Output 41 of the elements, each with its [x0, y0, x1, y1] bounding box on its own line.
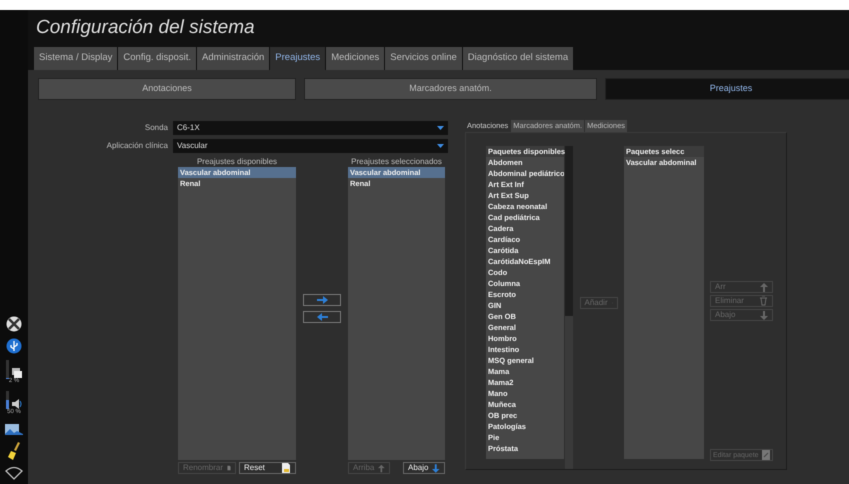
document-icon [762, 450, 770, 460]
settings-tab[interactable]: Administración [196, 47, 270, 70]
left-arrow-icon [316, 313, 328, 321]
settings-tab[interactable]: Preajustes [270, 47, 326, 70]
button[interactable]: Reset [239, 462, 296, 474]
caret-icon [437, 144, 444, 148]
close-icon [6, 316, 22, 332]
document-icon [281, 463, 291, 473]
subtab[interactable]: Marcadores anatóm. [304, 78, 597, 100]
subtab[interactable]: Preajustes [605, 78, 849, 100]
down-arrow-icon [432, 464, 440, 472]
settings-tab[interactable]: Diagnóstico del sistema [462, 47, 574, 70]
field-label: Aplicación clínica [106, 140, 169, 152]
scrollbar[interactable] [565, 146, 573, 469]
subtab[interactable]: Anotaciones [38, 78, 296, 100]
up-arrow-icon [760, 282, 768, 292]
trash-icon [759, 296, 768, 306]
list-heading: Preajustes seleccionados [350, 156, 443, 167]
dropdown[interactable]: C6-1X [173, 121, 448, 135]
document-icon [227, 463, 231, 473]
transfer-button[interactable] [303, 311, 341, 323]
down-arrow-icon [760, 310, 768, 320]
broom-icon [8, 442, 20, 460]
field-label: Sonda [144, 122, 169, 134]
settings-tab[interactable]: Servicios online [385, 47, 462, 70]
button[interactable]: Abajo [403, 462, 445, 474]
settings-tab[interactable]: Config. disposit. [118, 47, 196, 70]
dropdown[interactable]: Vascular [173, 139, 448, 153]
storage-icon [12, 368, 22, 378]
caret-icon [437, 126, 444, 130]
window-title: Configuración del sistema [28, 10, 849, 45]
up-arrow-icon [378, 464, 385, 472]
speaker-icon [12, 399, 22, 409]
image-icon [5, 422, 23, 436]
wifi-icon [5, 466, 23, 480]
list-heading: Preajustes disponibles [196, 156, 278, 167]
settings-tab[interactable]: Mediciones [326, 47, 384, 70]
settings-tab[interactable]: Sistema / Display [34, 47, 118, 70]
right-arrow-icon [316, 296, 328, 304]
transfer-button[interactable] [303, 294, 341, 306]
usb-icon [6, 338, 22, 354]
